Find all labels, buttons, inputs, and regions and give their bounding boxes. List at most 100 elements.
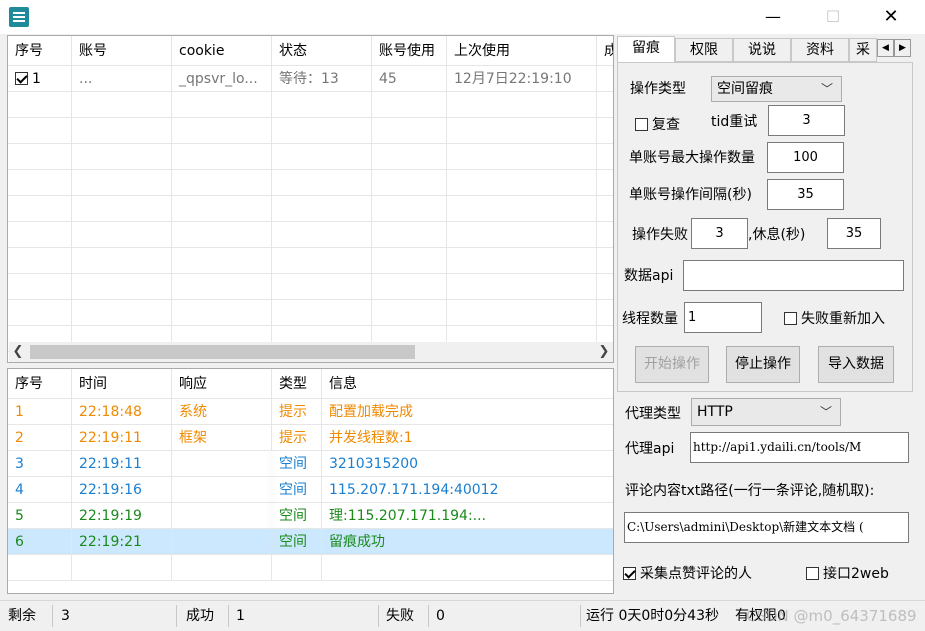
table-cell — [372, 274, 447, 300]
port-label: 接口2web — [823, 566, 889, 582]
rest-input[interactable]: 35 — [827, 218, 881, 249]
recheck-box[interactable] — [635, 118, 648, 131]
requeue-box[interactable] — [784, 312, 797, 325]
stop-button[interactable]: 停止操作 — [726, 346, 800, 383]
col-header-status[interactable]: 状态 — [272, 36, 372, 66]
port-checkbox[interactable]: 接口2web — [806, 564, 889, 584]
table-cell — [597, 248, 613, 274]
col-header-account[interactable]: 账号 — [72, 36, 172, 66]
table-row[interactable] — [8, 196, 613, 222]
log-cell-response: 框架 — [172, 425, 272, 451]
collect-checkbox[interactable]: 采集点赞评论的人 — [623, 564, 752, 584]
recheck-checkbox[interactable]: 复查 — [635, 115, 680, 135]
table-cell — [272, 300, 372, 326]
log-cell-response — [172, 477, 272, 503]
table-cell — [597, 222, 613, 248]
proxy-api-input[interactable]: http://api1.ydaili.cn/tools/M — [690, 432, 909, 463]
table-cell — [372, 118, 447, 144]
log-cell-index: 1 — [8, 399, 72, 425]
log-row[interactable]: 2 22:19:11 框架 提示 并发线程数:1 — [8, 425, 613, 451]
tab-permission[interactable]: 权限 — [675, 38, 733, 62]
tab-profile[interactable]: 资料 — [791, 38, 849, 62]
table-cell — [8, 300, 72, 326]
account-list-hscrollbar[interactable]: ❮ ❯ — [9, 342, 613, 362]
table-row[interactable] — [8, 92, 613, 118]
tid-retry-input[interactable]: 3 — [768, 105, 845, 136]
table-row[interactable] — [8, 248, 613, 274]
table-row[interactable]: 1... _qpsvr_lo... 等待：13 45 12月7日22:19:10 — [8, 66, 613, 92]
table-cell — [597, 170, 613, 196]
op-type-label: 操作类型 — [630, 81, 686, 97]
tab-scroll-right-icon[interactable]: ▶ — [894, 39, 911, 57]
collect-box[interactable] — [623, 567, 636, 580]
maximize-button[interactable]: ☐ — [810, 0, 856, 34]
log-col-info[interactable]: 信息 — [322, 369, 613, 399]
tab-trace[interactable]: 留痕 — [617, 36, 675, 62]
app-icon — [9, 7, 29, 27]
log-col-response[interactable]: 响应 — [172, 369, 272, 399]
table-row[interactable] — [8, 144, 613, 170]
log-cell-time — [72, 555, 172, 581]
scroll-thumb[interactable] — [30, 345, 415, 359]
table-row[interactable] — [8, 222, 613, 248]
log-cell-time: 22:19:11 — [72, 451, 172, 477]
tab-scroll-left-icon[interactable]: ◀ — [877, 39, 894, 57]
log-row[interactable]: 5 22:19:19 空间 理:115.207.171.194:... — [8, 503, 613, 529]
table-cell — [597, 274, 613, 300]
col-header-index[interactable]: 序号 — [8, 36, 72, 66]
log-cell-index: 5 — [8, 503, 72, 529]
log-row[interactable]: 3 22:19:11 空间 3210315200 — [8, 451, 613, 477]
fail-count-input[interactable]: 3 — [691, 218, 748, 249]
account-list[interactable]: 序号 账号 cookie 状态 账号使用 上次使用 成 1... _qpsvr_l… — [7, 35, 614, 363]
close-button[interactable]: ✕ — [868, 0, 914, 34]
row-checkbox[interactable] — [15, 72, 28, 85]
requeue-checkbox[interactable]: 失败重新加入 — [784, 309, 885, 329]
log-col-index[interactable]: 序号 — [8, 369, 72, 399]
threads-input[interactable]: 1 — [684, 302, 762, 333]
log-row[interactable]: 4 22:19:16 空间 115.207.171.194:40012 — [8, 477, 613, 503]
log-cell-info: 理:115.207.171.194:... — [322, 503, 613, 529]
table-cell — [72, 248, 172, 274]
port-box[interactable] — [806, 567, 819, 580]
table-row[interactable] — [8, 170, 613, 196]
table-cell — [72, 92, 172, 118]
proxy-type-select[interactable]: HTTP ﹀ — [691, 398, 841, 426]
table-cell: ... — [72, 66, 172, 92]
col-header-last-used[interactable]: 上次使用 — [447, 36, 597, 66]
scroll-left-icon[interactable]: ❮ — [9, 342, 27, 362]
col-header-usage[interactable]: 账号使用 — [372, 36, 447, 66]
col-header-success[interactable]: 成 — [597, 36, 613, 66]
data-api-input[interactable] — [683, 260, 904, 291]
tab-shuoshuo[interactable]: 说说 — [733, 38, 791, 62]
log-col-type[interactable]: 类型 — [272, 369, 322, 399]
tab-collect[interactable]: 采 — [849, 38, 877, 62]
col-header-cookie[interactable]: cookie — [172, 36, 272, 66]
table-cell — [272, 170, 372, 196]
op-type-select[interactable]: 空间留痕 ﹀ — [711, 76, 842, 102]
comment-path-label: 评论内容txt路径(一行一条评论,随机取): — [625, 483, 875, 499]
table-row[interactable] — [8, 274, 613, 300]
log-col-time[interactable]: 时间 — [72, 369, 172, 399]
scroll-right-icon[interactable]: ❯ — [595, 342, 613, 362]
tab-strip: 留痕 权限 说说 资料 采 ◀ ▶ — [617, 36, 914, 62]
log-row[interactable]: 6 22:19:21 空间 留痕成功 — [8, 529, 613, 555]
minimize-button[interactable]: — — [750, 0, 796, 34]
status-divider — [428, 605, 429, 627]
import-button[interactable]: 导入数据 — [818, 346, 894, 383]
log-cell-type: 空间 — [272, 503, 322, 529]
log-list-header: 序号 时间 响应 类型 信息 — [8, 369, 613, 399]
table-row[interactable] — [8, 118, 613, 144]
table-cell — [597, 92, 613, 118]
table-cell — [72, 118, 172, 144]
interval-input[interactable]: 35 — [767, 179, 844, 210]
table-cell — [272, 144, 372, 170]
table-cell — [8, 118, 72, 144]
start-button[interactable]: 开始操作 — [635, 346, 709, 383]
log-cell-time: 22:19:11 — [72, 425, 172, 451]
log-list[interactable]: 序号 时间 响应 类型 信息 1 22:18:48 系统 提示 配置加载完成 2 22:19… — [7, 368, 614, 594]
log-row[interactable]: 1 22:18:48 系统 提示 配置加载完成 — [8, 399, 613, 425]
table-row[interactable] — [8, 300, 613, 326]
comment-path-input[interactable]: C:\Users\admini\Desktop\新建文本文档 ( — [624, 512, 909, 543]
max-ops-input[interactable]: 100 — [767, 142, 844, 173]
log-row[interactable] — [8, 555, 613, 581]
